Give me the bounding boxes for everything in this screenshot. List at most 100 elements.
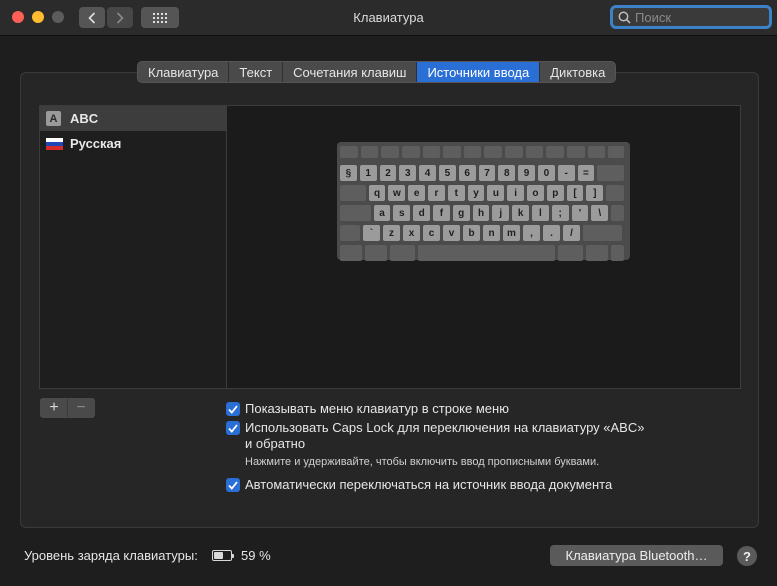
show-menu-option[interactable]: Показывать меню клавиатур в строке меню	[226, 401, 509, 416]
key: =	[577, 165, 595, 181]
caps-lock-option[interactable]: Использовать Caps Lock для переключения …	[226, 420, 644, 452]
search-field[interactable]	[610, 5, 772, 29]
key: /	[563, 225, 580, 241]
tab-keyboard[interactable]: Клавиатура	[138, 62, 230, 82]
key: w	[388, 185, 406, 201]
key	[443, 146, 461, 158]
key: d	[413, 205, 431, 221]
key: `	[363, 225, 380, 241]
key: §	[340, 165, 357, 181]
key	[557, 245, 583, 261]
list-item-russian[interactable]: Русская	[40, 131, 226, 156]
letter-a-icon: A	[46, 111, 61, 126]
qwerty-key-row: q w e r t y u i o p [ ]	[340, 185, 627, 201]
show-menu-label: Показывать меню клавиатур в строке меню	[245, 401, 509, 416]
key	[365, 245, 387, 261]
key: y	[467, 185, 485, 201]
shift-key	[340, 225, 360, 241]
key: -	[557, 165, 575, 181]
key: i	[507, 185, 525, 201]
auto-switch-option[interactable]: Автоматически переключаться на источник …	[226, 477, 612, 492]
delete-key	[597, 165, 625, 181]
key	[484, 146, 502, 158]
tab-dictation[interactable]: Диктовка	[540, 62, 615, 82]
tab-shortcuts[interactable]: Сочетания клавиш	[283, 62, 418, 82]
modifier-key-row	[340, 245, 627, 261]
list-item-abc[interactable]: A ABC	[40, 106, 226, 131]
key	[360, 146, 379, 158]
key: 6	[458, 165, 476, 181]
key	[340, 245, 362, 261]
keyboard-layout-diagram: § 1 2 3 4 5 6 7 8 9 0 - = q w e r t y u …	[337, 142, 630, 261]
list-item-label: ABC	[70, 111, 99, 126]
key: 5	[438, 165, 456, 181]
tab-text[interactable]: Текст	[229, 62, 284, 82]
key: .	[543, 225, 560, 241]
key	[546, 146, 564, 158]
space-bar	[417, 245, 555, 261]
key: t	[447, 185, 465, 201]
key: q	[368, 185, 386, 201]
key: a	[373, 205, 391, 221]
home-key-row: a s d f g h j k l ; ' \	[340, 205, 627, 221]
key: n	[483, 225, 500, 241]
key: r	[428, 185, 445, 201]
search-input[interactable]	[635, 9, 755, 25]
key: k	[512, 205, 529, 221]
key: e	[408, 185, 426, 201]
battery-icon	[212, 550, 234, 561]
key: o	[527, 185, 544, 201]
key: 2	[379, 165, 397, 181]
auto-switch-checkbox[interactable]	[226, 478, 240, 492]
number-key-row: § 1 2 3 4 5 6 7 8 9 0 - =	[340, 165, 627, 181]
forward-button[interactable]	[107, 7, 133, 28]
key	[381, 146, 399, 158]
show-all-button[interactable]	[141, 7, 179, 28]
remove-input-source-button[interactable]: −	[67, 399, 94, 417]
key: [	[566, 185, 584, 201]
key: 9	[518, 165, 535, 181]
chevron-left-icon	[88, 11, 96, 24]
checkmark-icon	[228, 404, 238, 414]
tab-bar: Клавиатура Текст Сочетания клавиш Источн…	[137, 61, 617, 83]
help-button[interactable]: ?	[737, 546, 757, 566]
key	[463, 146, 482, 158]
key	[610, 245, 624, 261]
close-window-button[interactable]	[12, 11, 24, 23]
search-icon	[618, 11, 631, 24]
key: l	[532, 205, 549, 221]
add-input-source-button[interactable]: +	[41, 399, 67, 417]
key: 3	[399, 165, 417, 181]
minimize-window-button[interactable]	[32, 11, 44, 23]
key: 1	[359, 165, 377, 181]
bottom-letter-row: ` z x c v b n m , . /	[340, 225, 627, 241]
caps-lock-label: Использовать Caps Lock для переключения …	[245, 420, 644, 452]
key: ;	[551, 205, 569, 221]
back-button[interactable]	[79, 7, 105, 28]
caps-lock-checkbox[interactable]	[226, 421, 240, 435]
key: z	[383, 225, 400, 241]
key: x	[403, 225, 420, 241]
key	[422, 146, 441, 158]
bluetooth-keyboard-button[interactable]: Клавиатура Bluetooth…	[550, 545, 723, 566]
key: '	[571, 205, 589, 221]
key	[585, 245, 608, 261]
function-key-row	[340, 145, 627, 161]
show-menu-checkbox[interactable]	[226, 402, 240, 416]
key: h	[472, 205, 490, 221]
checkmark-icon	[228, 480, 238, 490]
shift-key-right	[583, 225, 622, 241]
auto-switch-label: Автоматически переключаться на источник …	[245, 477, 613, 492]
key	[587, 146, 606, 158]
checkmark-icon	[228, 423, 238, 433]
key	[566, 146, 585, 158]
zoom-window-button[interactable]	[52, 11, 64, 23]
keyboard-preview: § 1 2 3 4 5 6 7 8 9 0 - = q w e r t y u …	[227, 105, 741, 389]
tab-input-sources[interactable]: Источники ввода	[417, 62, 541, 82]
key: u	[487, 185, 505, 201]
key: m	[503, 225, 520, 241]
key	[340, 146, 358, 158]
battery-percent: 59 %	[241, 548, 271, 563]
key: 7	[478, 165, 496, 181]
input-source-list: A ABC Русская	[39, 105, 227, 389]
